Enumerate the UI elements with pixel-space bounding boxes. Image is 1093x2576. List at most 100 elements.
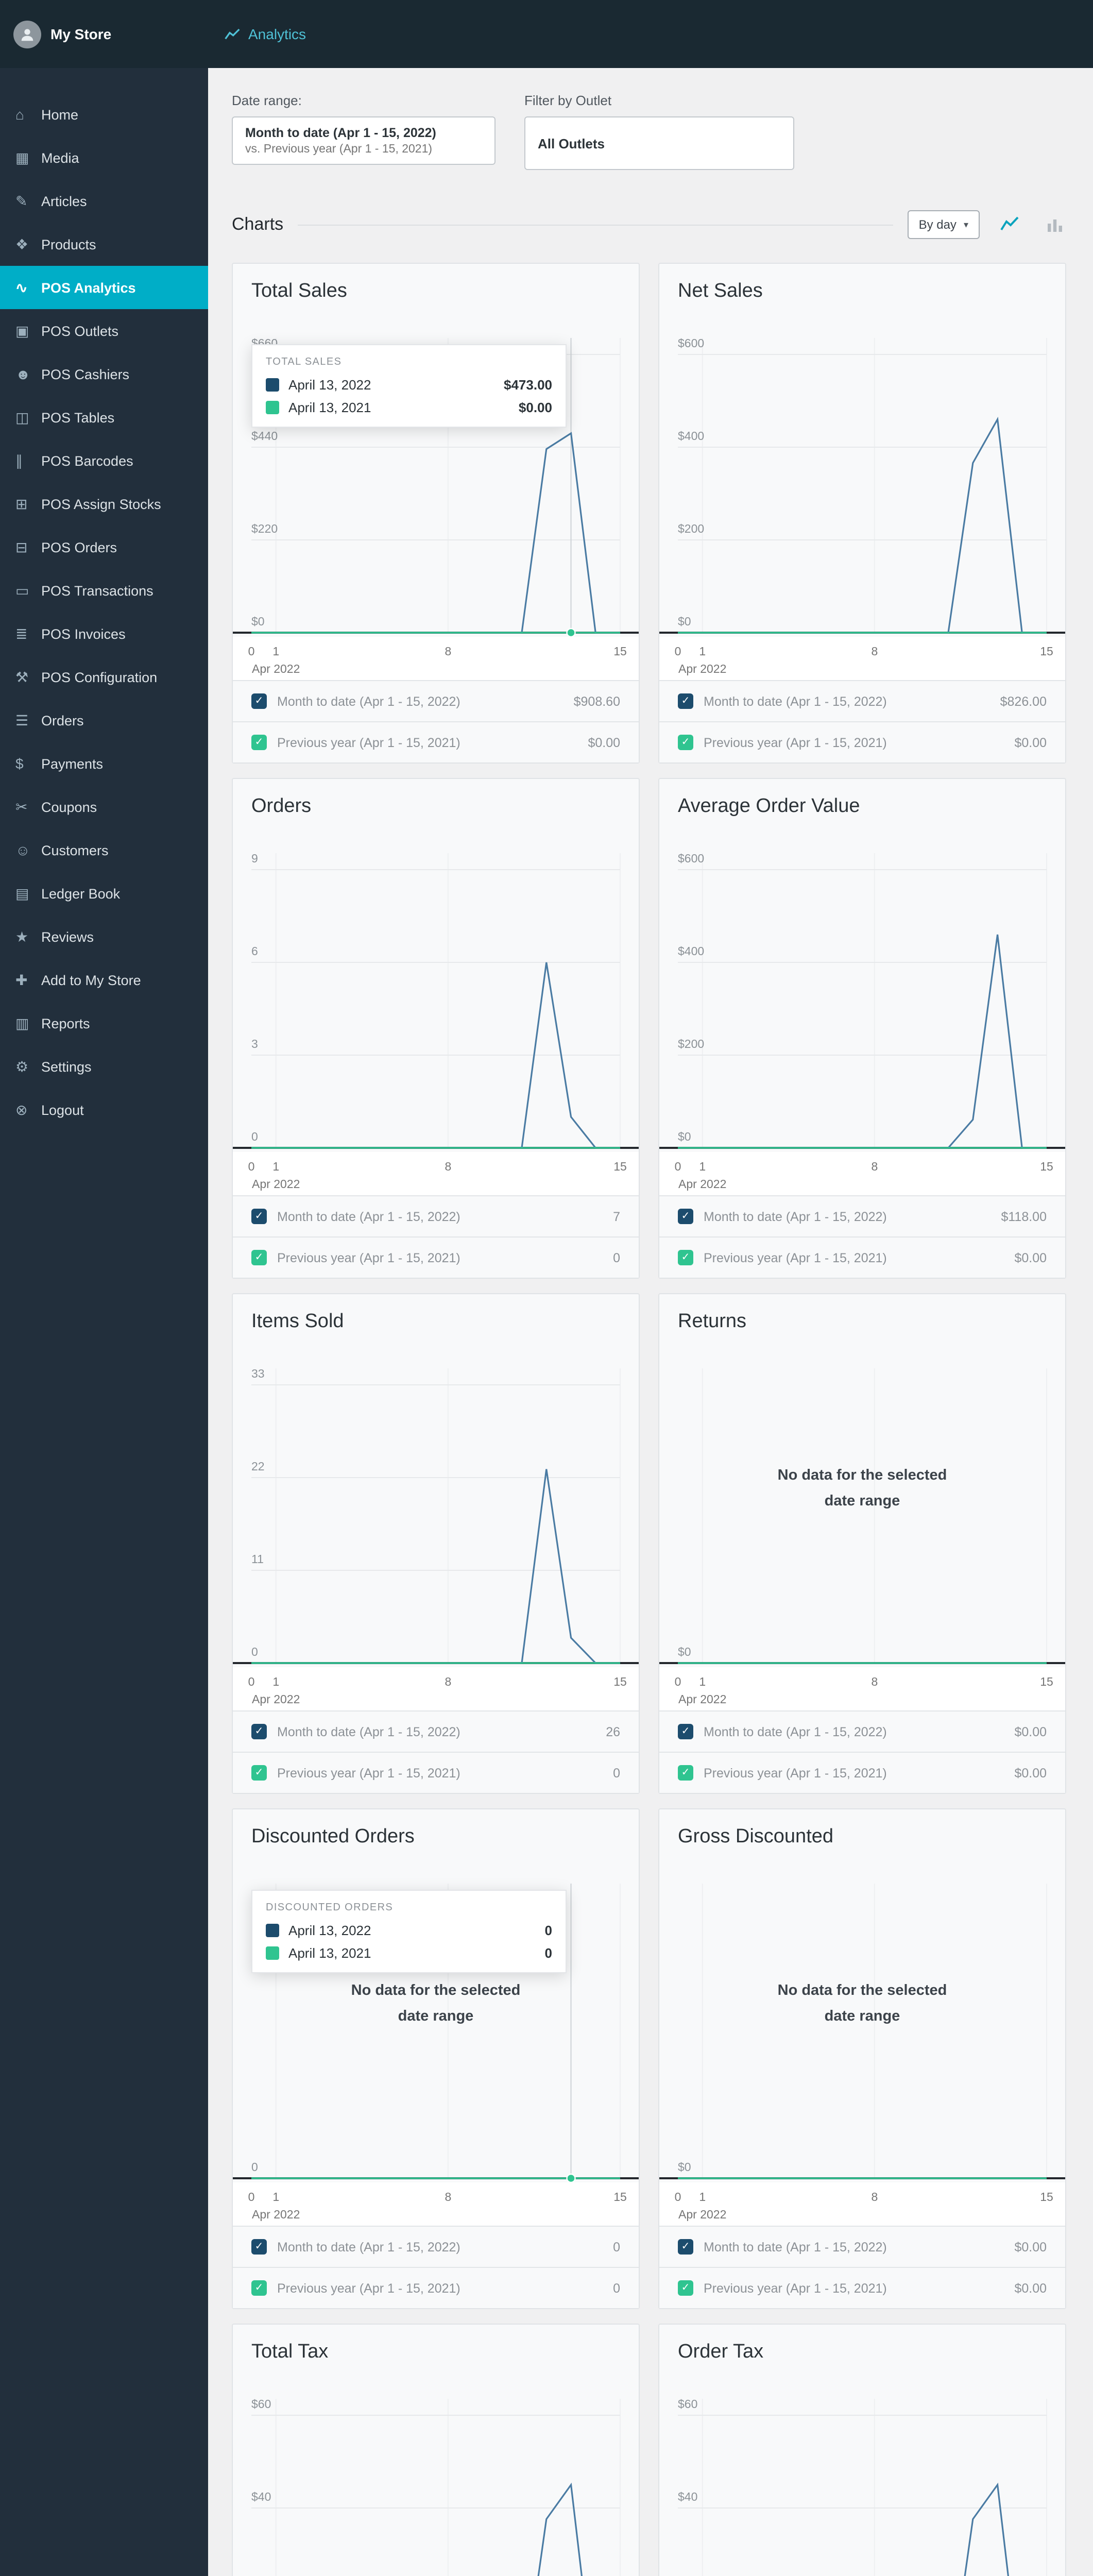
store-brand[interactable]: My Store — [0, 20, 208, 48]
x-tick-label: 1 Apr 2022 — [252, 2192, 300, 2222]
sidebar-item-media[interactable]: ▦ Media — [0, 136, 208, 179]
legend-toggle-current-period[interactable]: ✓ Month to date (Apr 1 - 15, 2022) $118.00 — [659, 1195, 1065, 1236]
pos-assign-stocks-icon: ⊞ — [15, 495, 28, 512]
legend-toggle-current-period[interactable]: ✓ Month to date (Apr 1 - 15, 2022) 0 — [233, 2226, 639, 2267]
sidebar-item-coupons[interactable]: ✂ Coupons — [0, 785, 208, 828]
sidebar-item-add-to-my-store[interactable]: ✚ Add to My Store — [0, 958, 208, 1002]
sidebar-item-pos-orders[interactable]: ⊟ POS Orders — [0, 526, 208, 569]
logout-icon: ⊗ — [15, 1101, 28, 1117]
legend-checkbox[interactable]: ✓ — [678, 2280, 693, 2296]
topnav-analytics-label: Analytics — [248, 26, 306, 42]
legend-checkbox[interactable]: ✓ — [251, 1250, 267, 1265]
legend-toggle-previous-period[interactable]: ✓ Previous year (Apr 1 - 15, 2021) $0.00 — [659, 721, 1065, 762]
sidebar-item-reports[interactable]: ▥ Reports — [0, 1002, 208, 1045]
sidebar-item-label: Media — [41, 150, 79, 165]
chart-plot-area[interactable]: $600 $400 $200 $0 — [659, 307, 1065, 637]
legend-checkbox[interactable]: ✓ — [678, 1209, 693, 1224]
interval-select[interactable]: By day ▾ — [907, 210, 980, 239]
legend-toggle-previous-period[interactable]: ✓ Previous year (Apr 1 - 15, 2021) $0.00 — [659, 2267, 1065, 2308]
legend-toggle-previous-period[interactable]: ✓ Previous year (Apr 1 - 15, 2021) $0.00 — [659, 1236, 1065, 1278]
legend-toggle-current-period[interactable]: ✓ Month to date (Apr 1 - 15, 2022) $0.00 — [659, 1710, 1065, 1752]
shell: ⌂ Home ▦ Media ✎ Articles ❖ Products ∿ POS Analyt… — [0, 68, 1093, 2576]
sidebar-item-label: POS Assign Stocks — [41, 496, 161, 512]
sidebar-item-pos-configuration[interactable]: ⚒ POS Configuration — [0, 655, 208, 699]
x-tick-label: 8 — [445, 646, 452, 658]
legend-toggle-previous-period[interactable]: ✓ Previous year (Apr 1 - 15, 2021) $0.00 — [233, 721, 639, 762]
legend-toggle-current-period[interactable]: ✓ Month to date (Apr 1 - 15, 2022) 7 — [233, 1195, 639, 1236]
chart-plot-area[interactable]: 9 6 3 0 — [233, 822, 639, 1152]
chart-plot-area[interactable]: $0 No data for the selected date range — [659, 1337, 1065, 1667]
topnav-analytics[interactable]: Analytics — [208, 0, 322, 68]
legend-toggle-current-period[interactable]: ✓ Month to date (Apr 1 - 15, 2022) $0.00 — [659, 2226, 1065, 2267]
legend-label: Previous year (Apr 1 - 15, 2021) — [704, 735, 887, 750]
legend-toggle-current-period[interactable]: ✓ Month to date (Apr 1 - 15, 2022) $826.00 — [659, 680, 1065, 721]
sidebar-item-pos-outlets[interactable]: ▣ POS Outlets — [0, 309, 208, 352]
chart-plot-area[interactable]: 0 No data for the selected date range DISCO… — [233, 1853, 639, 2182]
chart-plot-area[interactable]: $60$40$20$0 — [233, 2368, 639, 2576]
pos-barcodes-icon: ∥ — [15, 452, 23, 468]
legend-toggle-previous-period[interactable]: ✓ Previous year (Apr 1 - 15, 2021) $0.00 — [659, 1752, 1065, 1793]
svg-text:$200: $200 — [678, 522, 704, 535]
legend-label: Previous year (Apr 1 - 15, 2021) — [704, 1766, 887, 1780]
legend-toggle-current-period[interactable]: ✓ Month to date (Apr 1 - 15, 2022) 26 — [233, 1710, 639, 1752]
legend-toggle-current-period[interactable]: ✓ Month to date (Apr 1 - 15, 2022) $908.60 — [233, 680, 639, 721]
sidebar-item-customers[interactable]: ☺ Customers — [0, 828, 208, 872]
analytics-icon — [225, 28, 240, 39]
sidebar-item-reviews[interactable]: ★ Reviews — [0, 915, 208, 958]
date-range-select[interactable]: Month to date (Apr 1 - 15, 2022) vs. Pre… — [232, 116, 496, 165]
chart-plot-area[interactable]: $600 $400 $200 $0 — [659, 822, 1065, 1152]
tooltip-date: April 13, 2021 — [288, 1945, 371, 1961]
outlet-select[interactable]: All Outlets — [524, 116, 794, 170]
store-name: My Store — [50, 26, 112, 42]
sidebar-item-pos-assign-stocks[interactable]: ⊞ POS Assign Stocks — [0, 482, 208, 526]
chart-plot-area[interactable]: $0 No data for the selected date range — [659, 1853, 1065, 2182]
chart-title: Gross Discounted — [678, 1826, 834, 1848]
sidebar-item-ledger-book[interactable]: ▤ Ledger Book — [0, 872, 208, 915]
sidebar-item-payments[interactable]: $ Payments — [0, 742, 208, 785]
chart-plot-area[interactable]: 33 22 11 0 — [233, 1337, 639, 1667]
legend-checkbox[interactable]: ✓ — [251, 693, 267, 709]
sidebar-item-pos-barcodes[interactable]: ∥ POS Barcodes — [0, 439, 208, 482]
sidebar-item-pos-tables[interactable]: ◫ POS Tables — [0, 396, 208, 439]
sidebar-item-logout[interactable]: ⊗ Logout — [0, 1088, 208, 1131]
legend-checkbox[interactable]: ✓ — [251, 1765, 267, 1781]
legend-toggle-previous-period[interactable]: ✓ Previous year (Apr 1 - 15, 2021) 0 — [233, 2267, 639, 2308]
sidebar-item-settings[interactable]: ⚙ Settings — [0, 1045, 208, 1088]
legend-checkbox[interactable]: ✓ — [678, 2239, 693, 2255]
legend-checkbox[interactable]: ✓ — [678, 735, 693, 750]
sidebar-item-home[interactable]: ⌂ Home — [0, 93, 208, 136]
legend-checkbox[interactable]: ✓ — [678, 1250, 693, 1265]
legend-checkbox[interactable]: ✓ — [251, 1209, 267, 1224]
legend-toggle-previous-period[interactable]: ✓ Previous year (Apr 1 - 15, 2021) 0 — [233, 1236, 639, 1278]
legend-label: Month to date (Apr 1 - 15, 2022) — [704, 2240, 887, 2254]
user-icon — [21, 28, 33, 41]
legend-checkbox[interactable]: ✓ — [678, 1765, 693, 1781]
chart-plot-area[interactable]: $60$40$20$0 — [659, 2368, 1065, 2576]
legend-checkbox[interactable]: ✓ — [251, 1724, 267, 1739]
sidebar-item-pos-invoices[interactable]: ≣ POS Invoices — [0, 612, 208, 655]
sidebar-item-orders[interactable]: ☰ Orders — [0, 699, 208, 742]
sidebar-item-pos-analytics[interactable]: ∿ POS Analytics — [0, 266, 208, 309]
no-data-message: No data for the selected date range — [777, 1467, 947, 1510]
sidebar-item-articles[interactable]: ✎ Articles — [0, 179, 208, 223]
legend-checkbox[interactable]: ✓ — [251, 2239, 267, 2255]
sidebar-item-products[interactable]: ❖ Products — [0, 223, 208, 266]
legend-checkbox[interactable]: ✓ — [678, 693, 693, 709]
legend-toggle-previous-period[interactable]: ✓ Previous year (Apr 1 - 15, 2021) 0 — [233, 1752, 639, 1793]
legend-checkbox[interactable]: ✓ — [251, 735, 267, 750]
chart-plot-area[interactable]: $660 $440 $220 $0 TOTAL SALES April 13, 2022 $… — [233, 307, 639, 637]
sidebar-item-pos-transactions[interactable]: ▭ POS Transactions — [0, 569, 208, 612]
legend-checkbox[interactable]: ✓ — [678, 1724, 693, 1739]
legend-checkbox[interactable]: ✓ — [251, 2280, 267, 2296]
sidebar-item-label: Products — [41, 236, 96, 252]
bar-chart-view-button[interactable] — [1039, 209, 1070, 240]
reports-icon: ▥ — [15, 1014, 29, 1031]
line-chart-view-button[interactable] — [994, 209, 1025, 240]
tooltip-date: April 13, 2022 — [288, 1923, 371, 1938]
sidebar-item-label: Ledger Book — [41, 886, 121, 901]
x-tick-label: 15 — [1040, 1676, 1053, 1689]
x-axis-labels: 0 1 Apr 2022 8 15 — [233, 637, 639, 680]
sidebar-item-pos-cashiers[interactable]: ☻ POS Cashiers — [0, 352, 208, 396]
chart-card-order-tax: Order Tax$60$40$20$001Apr 2022815✓Month … — [658, 2324, 1066, 2576]
ledger-book-icon: ▤ — [15, 885, 29, 901]
